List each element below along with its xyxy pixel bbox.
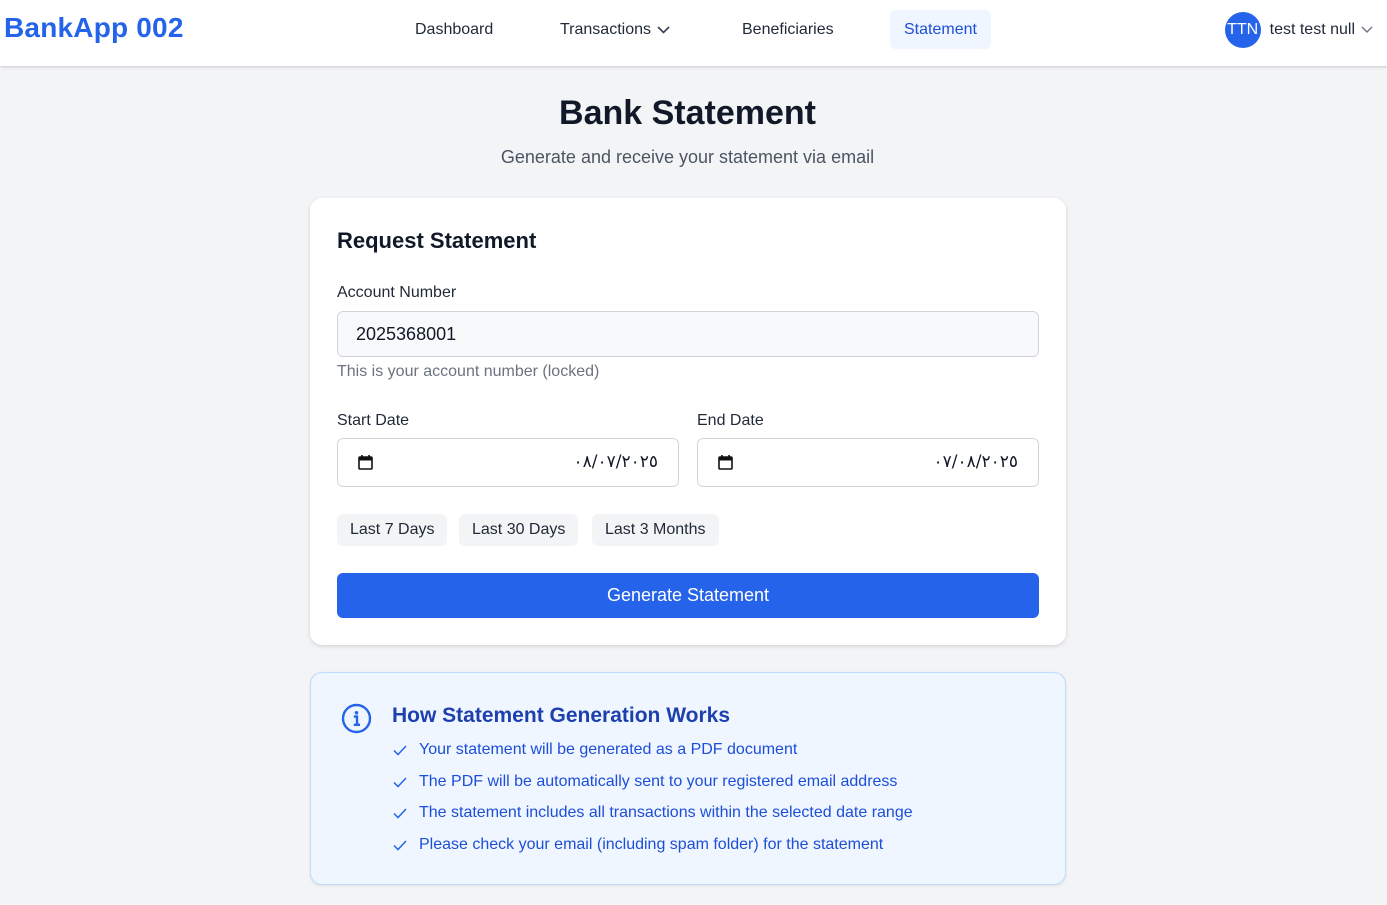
list-item: Your statement will be generated as a PD… xyxy=(393,741,913,773)
page-subtitle: Generate and receive your statement via … xyxy=(500,147,875,167)
list-item: The PDF will be automatically sent to yo… xyxy=(393,773,913,805)
user-name: test test null xyxy=(1269,21,1355,38)
check-icon xyxy=(393,804,419,819)
last-3-months-button[interactable]: Last 3 Months xyxy=(592,514,719,546)
check-icon xyxy=(393,741,419,756)
nav-beneficiaries-label: Beneficiaries xyxy=(742,21,834,38)
list-item: The statement includes all transactions … xyxy=(393,804,913,836)
info-icon xyxy=(341,703,372,734)
start-date-input[interactable]: ٠٨/٠٧/٢٠٢٥ xyxy=(337,438,679,487)
account-number-hint: This is your account number (locked) xyxy=(337,363,600,380)
info-panel: How Statement Generation Works Your stat… xyxy=(310,672,1066,885)
nav-beneficiaries[interactable]: Beneficiaries xyxy=(728,10,848,49)
nav-transactions[interactable]: Transactions xyxy=(546,10,684,49)
avatar: TTN xyxy=(1224,12,1261,48)
last-7-days-button[interactable]: Last 7 Days xyxy=(337,514,448,546)
top-navbar: BankApp 002 Dashboard Transactions Benef… xyxy=(0,0,1387,66)
list-item-text: The PDF will be automatically sent to yo… xyxy=(419,772,898,790)
check-icon xyxy=(393,773,419,788)
list-item-text: The statement includes all transactions … xyxy=(419,804,913,822)
page-title: Bank Statement xyxy=(559,94,816,132)
end-date-value: ٠٧/٠٨/٢٠٢٥ xyxy=(933,452,1018,472)
chevron-down-icon xyxy=(657,26,670,34)
info-title: How Statement Generation Works xyxy=(392,704,731,727)
account-number-label: Account Number xyxy=(337,284,457,301)
main-nav: Dashboard Transactions Beneficiaries Sta… xyxy=(0,10,1387,49)
end-date-label: End Date xyxy=(697,412,764,429)
nav-dashboard-label: Dashboard xyxy=(415,21,494,38)
generate-statement-button[interactable]: Generate Statement xyxy=(337,573,1039,618)
account-number-input[interactable] xyxy=(337,311,1039,357)
nav-transactions-label: Transactions xyxy=(560,21,651,38)
start-date-value: ٠٨/٠٧/٢٠٢٥ xyxy=(573,452,658,472)
nav-dashboard[interactable]: Dashboard xyxy=(401,10,507,49)
calendar-icon[interactable] xyxy=(358,454,373,470)
user-menu[interactable]: TTN test test null xyxy=(1224,12,1373,48)
last-30-days-button[interactable]: Last 30 Days xyxy=(459,514,579,546)
request-statement-card: Request Statement Account Number This is… xyxy=(310,198,1066,645)
nav-statement[interactable]: Statement xyxy=(890,10,991,49)
chevron-down-icon xyxy=(1361,26,1373,34)
nav-statement-label: Statement xyxy=(904,21,977,38)
info-list: Your statement will be generated as a PD… xyxy=(393,741,913,868)
list-item: Please check your email (including spam … xyxy=(393,836,913,868)
list-item-text: Please check your email (including spam … xyxy=(419,836,884,854)
list-item-text: Your statement will be generated as a PD… xyxy=(419,741,798,758)
check-icon xyxy=(393,836,419,851)
card-title: Request Statement xyxy=(337,228,537,253)
calendar-icon[interactable] xyxy=(718,454,733,470)
end-date-input[interactable]: ٠٧/٠٨/٢٠٢٥ xyxy=(697,438,1039,487)
start-date-label: Start Date xyxy=(337,412,410,429)
